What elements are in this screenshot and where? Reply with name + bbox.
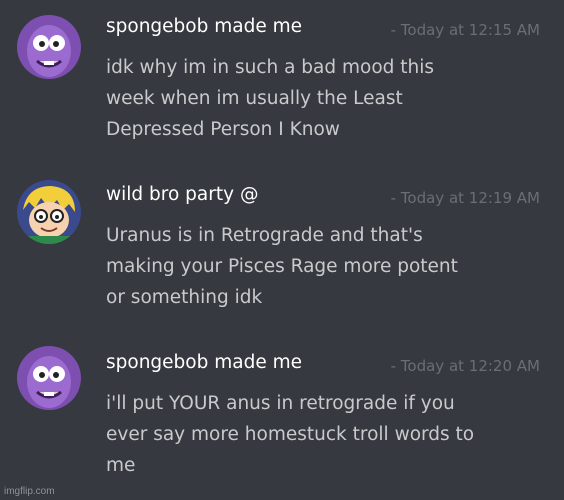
timestamp: - Today at 12:20 AM	[390, 357, 540, 375]
message-line: or something idk	[106, 287, 263, 308]
message-line: idk why im in such a bad mood this	[106, 57, 435, 78]
user-avatar[interactable]	[17, 346, 81, 410]
message-text: i'll put YOUR anus in retrograde if you …	[106, 388, 556, 481]
message-text: Uranus is in Retrograde and that's makin…	[106, 220, 556, 313]
user-avatar[interactable]	[17, 180, 81, 244]
username[interactable]: spongebob made me	[106, 352, 302, 373]
message-line: Depressed Person I Know	[106, 119, 340, 140]
message-line: Uranus is in Retrograde and that's	[106, 225, 423, 246]
timestamp: - Today at 12:19 AM	[390, 189, 540, 207]
message-text: idk why im in such a bad mood this week …	[106, 52, 556, 145]
message-line: me	[106, 455, 136, 476]
watermark: imgflip.com	[4, 486, 55, 497]
message-line: week when im usually the Least	[106, 88, 403, 109]
user-avatar[interactable]	[17, 15, 81, 79]
username[interactable]: wild bro party @	[106, 184, 258, 205]
message-line: i'll put YOUR anus in retrograde if you	[106, 393, 455, 414]
message-line: ever say more homestuck troll words to	[106, 424, 475, 445]
timestamp: - Today at 12:15 AM	[390, 21, 540, 39]
username[interactable]: spongebob made me	[106, 16, 302, 37]
message-line: making your Pisces Rage more potent	[106, 256, 458, 277]
